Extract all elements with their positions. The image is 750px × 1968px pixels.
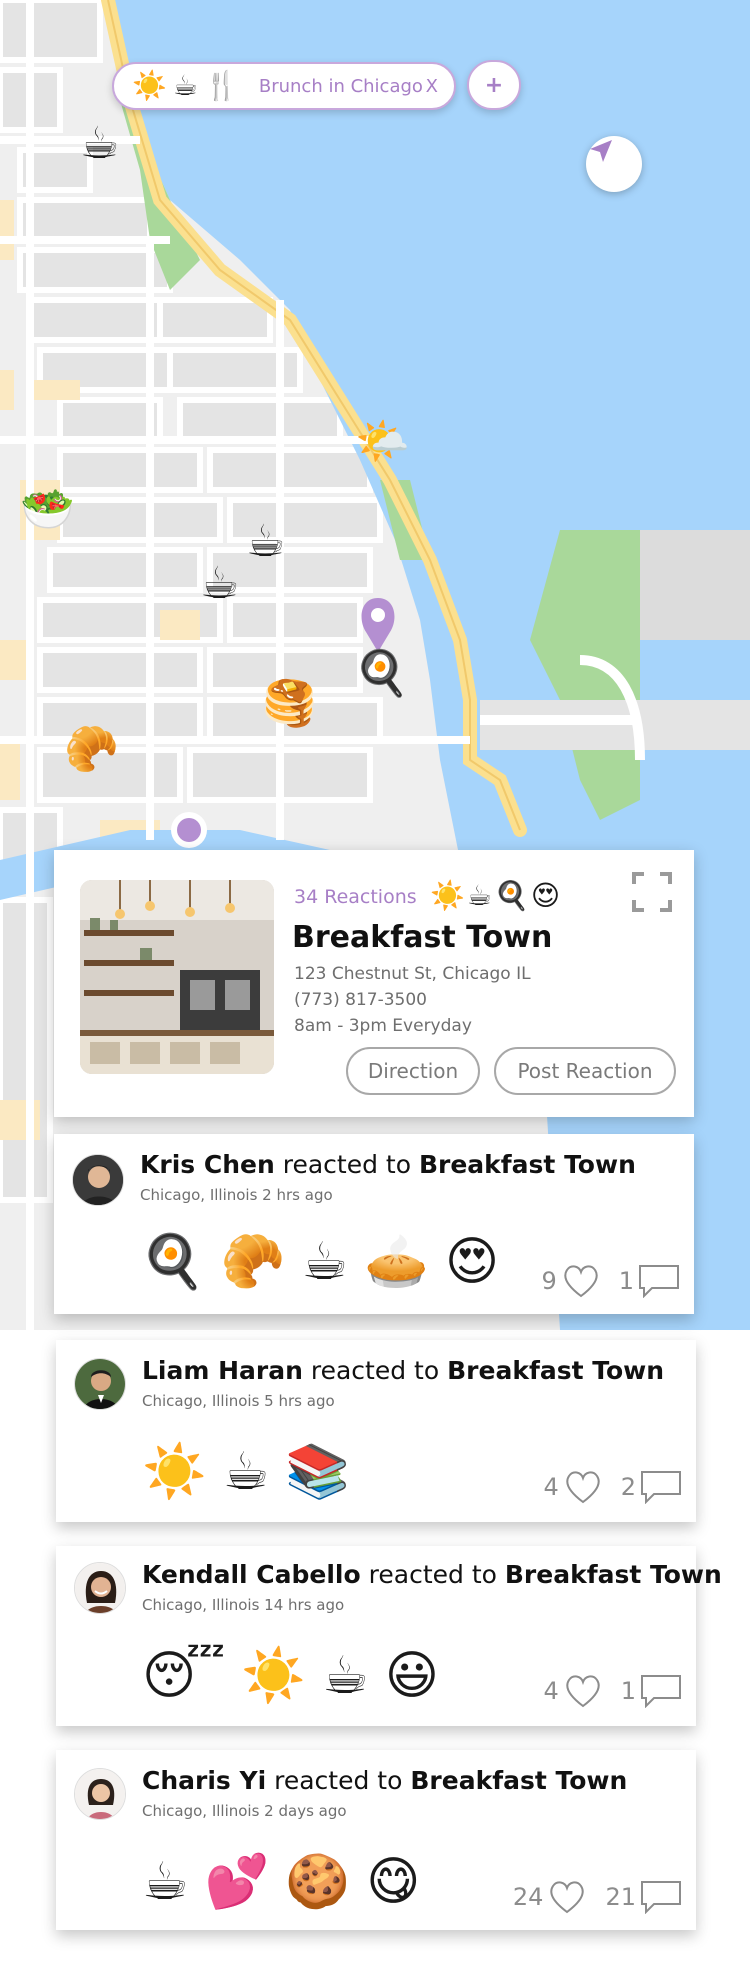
comments-count: 1 bbox=[618, 1267, 634, 1295]
reaction-emoji-row: 😴 ☀️ ☕ 😃 bbox=[142, 1646, 455, 1706]
comments-count: 21 bbox=[605, 1883, 636, 1911]
coffee-icon: ☕ bbox=[322, 1646, 369, 1706]
coffee-icon: ☕ bbox=[301, 1232, 349, 1292]
books-icon: 📚 bbox=[285, 1442, 351, 1502]
activity-meta: Chicago, Illinois 2 days ago bbox=[142, 1802, 347, 1820]
filter-label: Brunch in Chicago bbox=[258, 75, 423, 97]
heart-icon[interactable] bbox=[563, 1674, 603, 1708]
place-link[interactable]: Breakfast Town bbox=[410, 1766, 627, 1795]
sun-icon: ☀️ bbox=[241, 1646, 307, 1706]
comments-count: 2 bbox=[620, 1473, 636, 1501]
expand-icon[interactable] bbox=[632, 872, 672, 912]
activity-headline: Kris Chen reacted to Breakfast Town bbox=[140, 1150, 636, 1179]
user-name[interactable]: Kendall Cabello bbox=[142, 1560, 361, 1589]
egg-pan-marker[interactable]: 🍳 bbox=[354, 652, 409, 696]
likes-count: 24 bbox=[512, 1883, 544, 1911]
activity-stats: 4 2 bbox=[543, 1470, 682, 1504]
likes-count: 9 bbox=[541, 1267, 557, 1295]
sun-icon: ☀️ bbox=[142, 1442, 207, 1502]
activity-meta: Chicago, Illinois 2 hrs ago bbox=[140, 1186, 333, 1204]
place-name: Breakfast Town bbox=[292, 920, 553, 955]
sleeping-face-icon: 😴 bbox=[142, 1646, 226, 1706]
activity-headline: Charis Yi reacted to Breakfast Town bbox=[142, 1766, 627, 1795]
user-name[interactable]: Kris Chen bbox=[140, 1150, 275, 1179]
sun-icon: ☀️ bbox=[132, 69, 167, 102]
reaction-emoji-row: ☀️ ☕ 📚 bbox=[142, 1442, 366, 1502]
grinning-face-icon: 😃 bbox=[384, 1646, 440, 1706]
map-view[interactable]: ☕ 🌤️ 🥗 ☕ ☕ 🍳 🥞 🥐 ☀️ ☕ 🍴 Brunch in Chicag… bbox=[0, 0, 750, 1330]
activity-card[interactable]: Kris Chen reacted to Breakfast Town Chic… bbox=[54, 1134, 694, 1314]
activity-card[interactable]: Charis Yi reacted to Breakfast Town Chic… bbox=[56, 1750, 696, 1930]
activity-card[interactable]: Kendall Cabello reacted to Breakfast Tow… bbox=[56, 1546, 722, 1726]
egg-pan-icon: 🍳 bbox=[140, 1232, 205, 1292]
croissant-marker[interactable]: 🥐 bbox=[64, 728, 119, 772]
likes-count: 4 bbox=[543, 1677, 559, 1705]
activity-meta: Chicago, Illinois 5 hrs ago bbox=[142, 1392, 335, 1410]
post-reaction-button[interactable]: Post Reaction bbox=[494, 1047, 676, 1095]
user-name[interactable]: Charis Yi bbox=[142, 1766, 266, 1795]
activity-meta: Chicago, Illinois 14 hrs ago bbox=[142, 1596, 345, 1614]
activity-headline: Kendall Cabello reacted to Breakfast Tow… bbox=[142, 1560, 722, 1589]
place-phone[interactable]: (773) 817-3500 bbox=[294, 990, 427, 1010]
coffee-icon: ☕ bbox=[142, 1852, 189, 1912]
avatar[interactable] bbox=[72, 1154, 124, 1206]
reactions-count[interactable]: 34 Reactions bbox=[294, 886, 417, 908]
place-address: 123 Chestnut St, Chicago IL bbox=[294, 964, 531, 984]
locate-me-button[interactable] bbox=[586, 136, 642, 192]
croissant-icon: 🥐 bbox=[220, 1232, 286, 1292]
activity-card[interactable]: Liam Haran reacted to Breakfast Town Chi… bbox=[56, 1340, 696, 1522]
heart-eyes-icon: 😍 bbox=[444, 1232, 500, 1292]
reaction-emoji-row: 🍳 🥐 ☕ 🥧 😍 bbox=[140, 1232, 515, 1292]
place-link[interactable]: Breakfast Town bbox=[447, 1356, 664, 1385]
heart-icon[interactable] bbox=[547, 1880, 587, 1914]
place-link[interactable]: Breakfast Town bbox=[419, 1150, 636, 1179]
comment-icon[interactable] bbox=[640, 1674, 682, 1708]
user-name[interactable]: Liam Haran bbox=[142, 1356, 303, 1385]
two-hearts-icon: 💕 bbox=[204, 1852, 270, 1912]
yum-face-icon: 😋 bbox=[366, 1852, 421, 1912]
coffee-icon: ☕ bbox=[222, 1442, 270, 1502]
filter-pill[interactable]: ☀️ ☕ 🍴 Brunch in Chicago X bbox=[112, 62, 456, 110]
comment-icon[interactable] bbox=[638, 1264, 680, 1298]
pancakes-marker[interactable]: 🥞 bbox=[262, 682, 317, 726]
action-verb: reacted to bbox=[274, 1766, 403, 1795]
fork-knife-icon: 🍴 bbox=[203, 69, 239, 102]
salad-marker[interactable]: 🥗 bbox=[20, 488, 75, 532]
navigation-arrow-icon bbox=[590, 140, 612, 162]
coffee-marker-3[interactable]: ☕ bbox=[200, 562, 239, 606]
coffee-icon: ☕ bbox=[172, 69, 198, 102]
avatar[interactable] bbox=[74, 1562, 126, 1614]
comments-count: 1 bbox=[620, 1677, 636, 1705]
avatar[interactable] bbox=[74, 1358, 126, 1410]
reaction-emoji-summary: ☀️☕🍳😍 bbox=[430, 879, 563, 912]
pie-icon: 🥧 bbox=[364, 1232, 429, 1292]
heart-icon[interactable] bbox=[561, 1264, 601, 1298]
clear-filter-button[interactable]: X bbox=[426, 76, 438, 97]
activity-stats: 9 1 bbox=[541, 1264, 680, 1298]
cookie-icon: 🍪 bbox=[285, 1852, 351, 1912]
comment-icon[interactable] bbox=[640, 1880, 682, 1914]
action-verb: reacted to bbox=[282, 1150, 411, 1179]
place-photo bbox=[80, 880, 274, 1074]
activity-stats: 4 1 bbox=[543, 1674, 682, 1708]
weather-marker[interactable]: 🌤️ bbox=[355, 420, 410, 464]
add-filter-button[interactable]: + bbox=[467, 60, 521, 110]
direction-button[interactable]: Direction bbox=[346, 1047, 480, 1095]
place-card[interactable]: 34 Reactions ☀️☕🍳😍 Breakfast Town 123 Ch… bbox=[54, 850, 694, 1117]
coffee-marker-1[interactable]: ☕ bbox=[80, 122, 119, 166]
navy-pier-block bbox=[640, 530, 750, 640]
comment-icon[interactable] bbox=[640, 1470, 682, 1504]
activity-headline: Liam Haran reacted to Breakfast Town bbox=[142, 1356, 664, 1385]
action-verb: reacted to bbox=[368, 1560, 497, 1589]
avatar[interactable] bbox=[74, 1768, 126, 1820]
action-verb: reacted to bbox=[310, 1356, 440, 1385]
heart-icon[interactable] bbox=[563, 1470, 603, 1504]
coffee-marker-2[interactable]: ☕ bbox=[246, 520, 285, 564]
reaction-emoji-row: ☕ 💕 🍪 😋 bbox=[142, 1852, 436, 1912]
activity-stats: 24 21 bbox=[513, 1880, 682, 1914]
likes-count: 4 bbox=[543, 1473, 559, 1501]
place-hours: 8am - 3pm Everyday bbox=[294, 1016, 472, 1036]
place-link[interactable]: Breakfast Town bbox=[505, 1560, 722, 1589]
